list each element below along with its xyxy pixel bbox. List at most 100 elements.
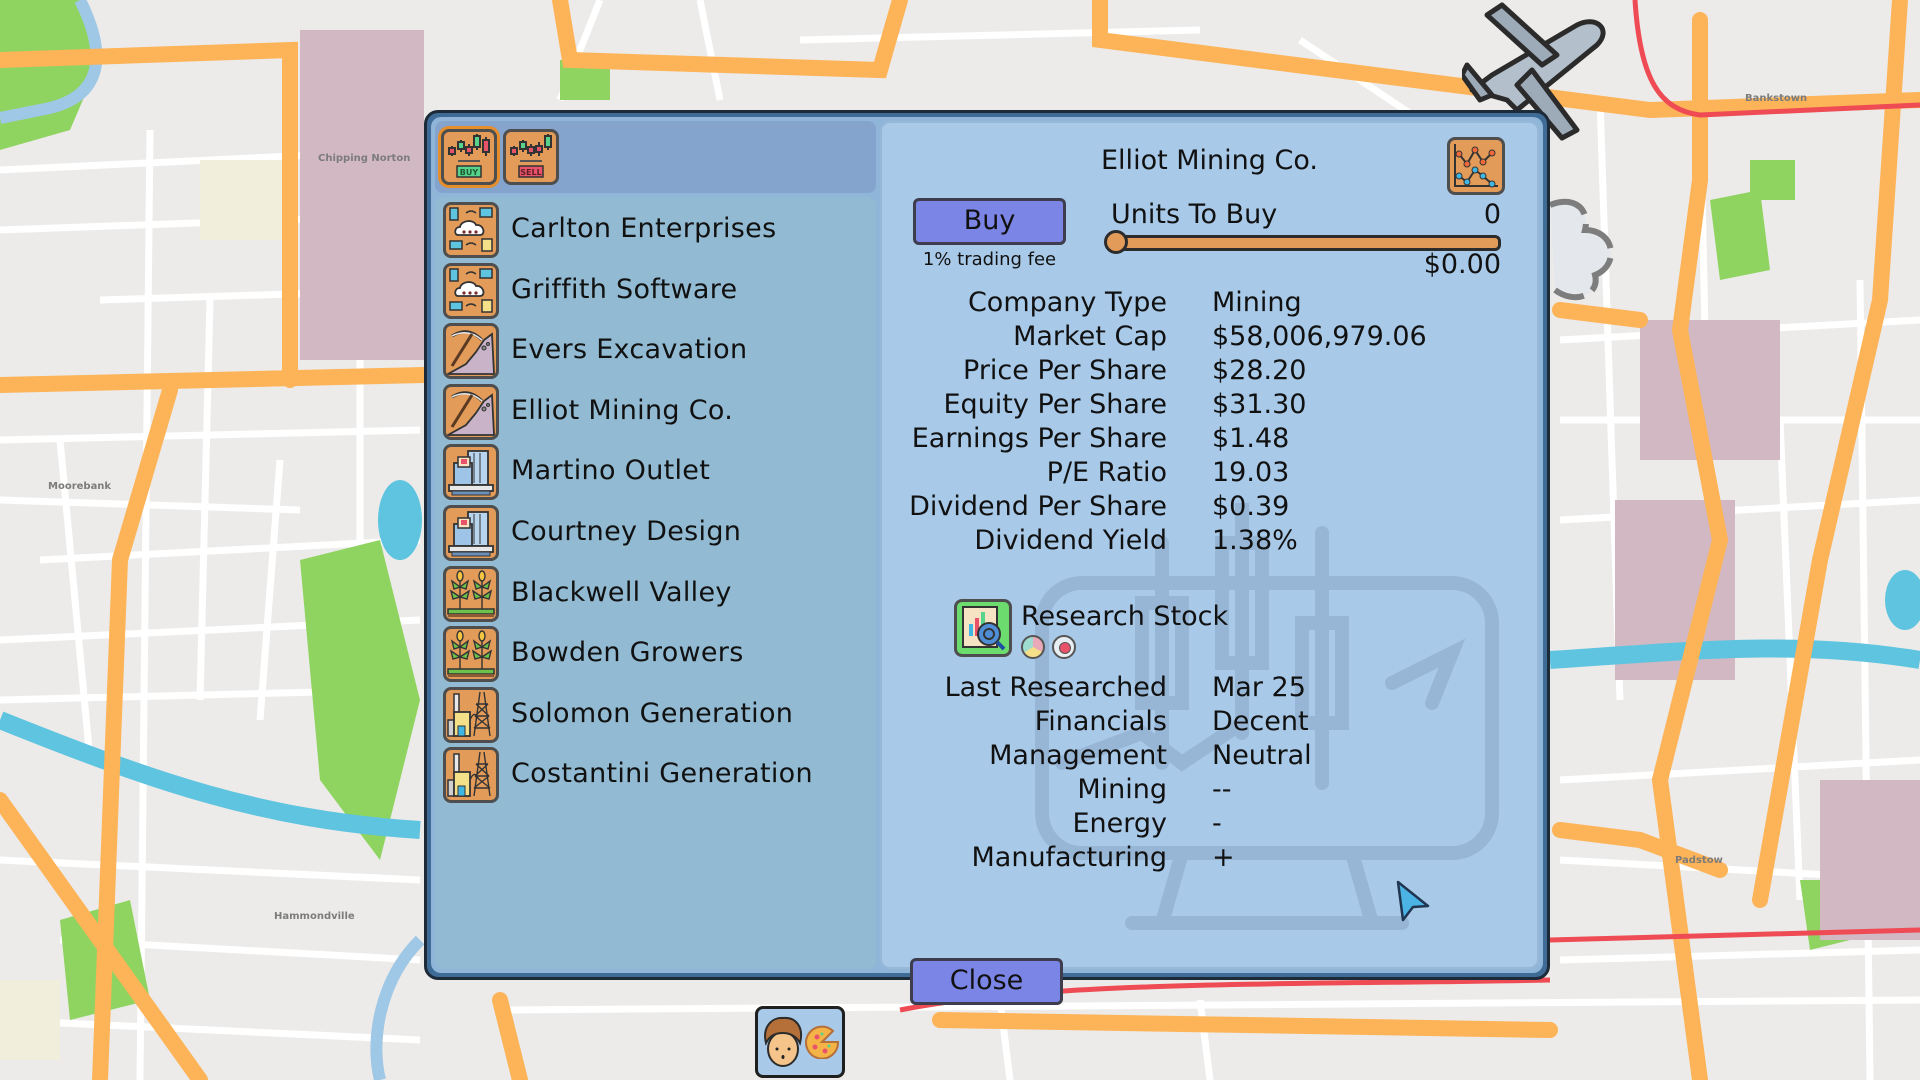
company-list-item[interactable]: Blackwell Valley [439,565,869,623]
svg-text:BUY: BUY [460,168,479,177]
company-list-item[interactable]: Bowden Growers [439,625,869,683]
stat-label: Market Cap [1013,321,1167,352]
stat-label: Company Type [967,287,1167,318]
svg-text:SELL: SELL [520,168,541,177]
company-name: Bowden Growers [511,637,744,669]
research-stock-button[interactable] [954,599,1012,657]
stat-row: Price Per Share $28.20 [882,355,1537,389]
sell-mode-button[interactable]: SELL [503,129,559,185]
stat-row: Energy - [882,808,1537,842]
stat-row: P/E Ratio 19.03 [882,457,1537,491]
research-report-icon [962,606,1006,651]
trade-mode-toolbar: BUY SELL [435,121,876,193]
units-to-buy-label: Units To Buy [1111,199,1278,230]
stat-value: Decent [1212,706,1309,737]
mood-pie-icon [1021,635,1045,659]
power-plant-icon [443,686,499,743]
stat-value: $58,006,979.06 [1212,321,1427,352]
stat-label: Equity Per Share [943,389,1168,420]
company-list-item[interactable]: Solomon Generation [439,686,869,744]
map-label: Hammondville [274,911,355,922]
stock-sell-icon: SELL [510,134,552,178]
stat-value: - [1212,808,1222,839]
stat-row: Market Cap $58,006,979.06 [882,321,1537,355]
stat-label: Financials [1034,706,1167,737]
company-list-item[interactable]: Carlton Enterprises [439,201,869,259]
stat-row: Company Type Mining [882,287,1537,321]
company-list-item[interactable]: Costantini Generation [439,746,869,804]
company-list-item[interactable]: Martino Outlet [439,443,869,501]
stat-value: + [1212,842,1235,873]
window-body: BUY SELL Carlton Enterprises Griffith So… [431,117,1543,973]
stat-value: $0.39 [1212,491,1290,522]
stat-label: Manufacturing [971,842,1167,873]
buy-mode-button[interactable]: BUY [441,129,497,185]
stat-row: Dividend Per Share $0.39 [882,491,1537,525]
stat-value: Mar 25 [1212,672,1306,703]
cloud-icon [1548,198,1614,301]
stat-value: $28.20 [1212,355,1307,386]
company-list-item[interactable]: Evers Excavation [439,322,869,380]
stat-value: 19.03 [1212,457,1290,488]
crops-icon [443,565,499,622]
mouse-pointer-icon [1396,880,1430,922]
stat-value: -- [1212,774,1232,805]
company-name: Griffith Software [511,273,738,305]
store-building-icon [443,505,499,561]
stat-value: Neutral [1212,740,1312,771]
cloud-network-icon [443,202,499,258]
stat-label: Mining [1077,774,1167,805]
power-plant-icon [443,747,499,804]
crops-icon [443,626,499,683]
map-label: Bankstown [1745,93,1808,104]
stat-row: Equity Per Share $31.30 [882,389,1537,423]
pizza-icon [805,1025,839,1059]
stat-value: 1.38% [1212,525,1298,556]
price-chart-button[interactable] [1447,137,1505,195]
store-building-icon [443,444,499,501]
company-title: Elliot Mining Co. [1101,145,1318,176]
map-label: Moorebank [48,481,112,492]
stat-row: Last Researched Mar 25 [882,672,1537,706]
stock-buy-icon: BUY [448,134,490,178]
map-label: Chipping Norton [318,153,411,164]
stat-label: Last Researched [944,672,1167,703]
stat-row: Manufacturing + [882,842,1537,876]
stat-label: P/E Ratio [1046,457,1167,488]
trading-fee-note: 1% trading fee [922,249,1057,270]
company-list-item[interactable]: Courtney Design [439,504,869,562]
company-name: Evers Excavation [511,334,748,366]
company-list-item[interactable]: Elliot Mining Co. [439,383,869,441]
stat-label: Dividend Per Share [909,491,1167,522]
company-name: Solomon Generation [511,697,794,729]
pickaxe-icon [443,383,499,440]
apple-icon [1052,635,1076,659]
company-list-item[interactable]: Griffith Software [439,262,869,320]
stat-label: Energy [1072,808,1167,839]
stock-market-window: BUY SELL Carlton Enterprises Griffith So… [424,110,1550,980]
company-name: Courtney Design [511,516,742,547]
stat-row: Mining -- [882,774,1537,808]
stat-row: Earnings Per Share $1.48 [882,423,1537,457]
company-name: Elliot Mining Co. [511,394,734,426]
company-detail-pane: Elliot Mining Co. Buy 1% trading fee Uni… [880,121,1539,969]
stat-row: Dividend Yield 1.38% [882,525,1537,559]
pickaxe-icon [443,323,499,380]
stat-value: $31.30 [1212,389,1307,420]
close-button[interactable]: Close [910,958,1063,1005]
stat-label: Earnings Per Share [911,423,1167,454]
total-cost: $0.00 [1423,249,1501,280]
buy-button[interactable]: Buy [913,198,1066,245]
company-list: Carlton Enterprises Griffith Software Ever… [435,197,876,969]
stat-value: Mining [1212,287,1302,318]
map-label: Padstow [1675,855,1723,866]
company-list-pane: BUY SELL Carlton Enterprises Griffith So… [435,121,876,969]
stat-label: Dividend Yield [974,525,1167,556]
company-name: Blackwell Valley [511,576,732,608]
units-slider-thumb[interactable] [1104,230,1128,254]
company-name: Costantini Generation [511,758,813,790]
research-stock-label: Research Stock [1021,601,1229,632]
company-name: Carlton Enterprises [511,213,777,244]
stat-row: Management Neutral [882,740,1537,774]
stat-value: $1.48 [1212,423,1290,454]
